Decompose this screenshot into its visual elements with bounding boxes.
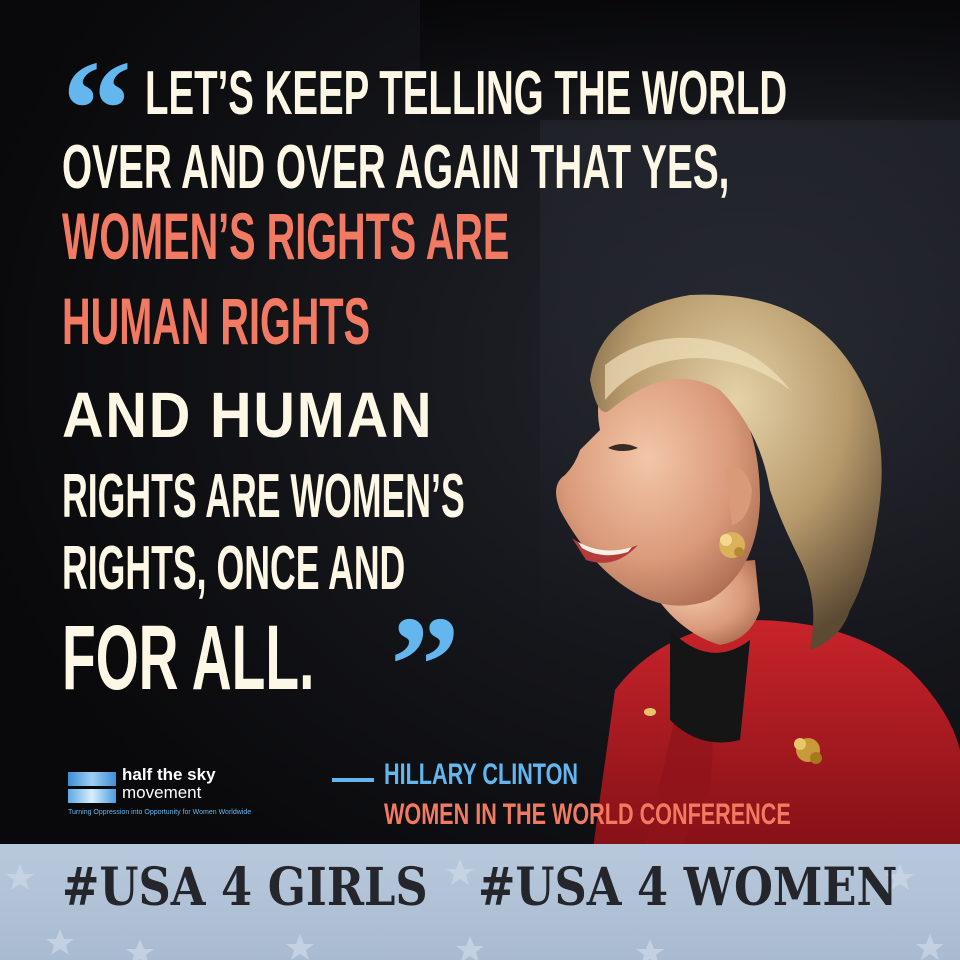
- quote-line-2: OVER AND OVER AGAIN THAT YES,: [62, 133, 730, 202]
- attribution-name: HILLARY CLINTON: [384, 758, 579, 791]
- sky-strip-icon: [68, 789, 116, 803]
- logo-name: half the sky: [122, 765, 216, 784]
- quote-line-5: AND HUMAN: [62, 379, 434, 451]
- close-quote-icon: ”: [390, 588, 460, 743]
- half-the-sky-logo-icon: [68, 772, 116, 786]
- half-the-sky-logo: half the sky movement Turning Oppression…: [68, 765, 298, 822]
- poster: “ LET’S KEEP TELLING THE WORLD OVER AND …: [0, 0, 960, 960]
- jacket: [590, 620, 960, 870]
- quote-line-8: FOR ALL.: [62, 607, 315, 709]
- quote-line-1: LET’S KEEP TELLING THE WORLD: [145, 59, 788, 128]
- speaker-portrait: [556, 294, 960, 870]
- quote-line-7: RIGHTS, ONCE AND: [62, 534, 406, 603]
- quote-line-6: RIGHTS ARE WOMEN’S: [62, 462, 465, 531]
- quote-line-4: HUMAN RIGHTS: [62, 284, 370, 358]
- hashtag-usa4girls: #USA 4 GIRLS: [62, 857, 428, 918]
- quote-line-3: WOMEN’S RIGHTS ARE: [62, 199, 510, 273]
- attribution-dash: [332, 778, 374, 782]
- hashtag-usa4women: #USA 4 WOMEN: [478, 857, 898, 918]
- logo-subname: movement: [122, 783, 202, 802]
- attribution-event: WOMEN IN THE WORLD CONFERENCE: [384, 798, 791, 831]
- logo-tagline: Turning Oppression into Opportunity for …: [68, 809, 252, 816]
